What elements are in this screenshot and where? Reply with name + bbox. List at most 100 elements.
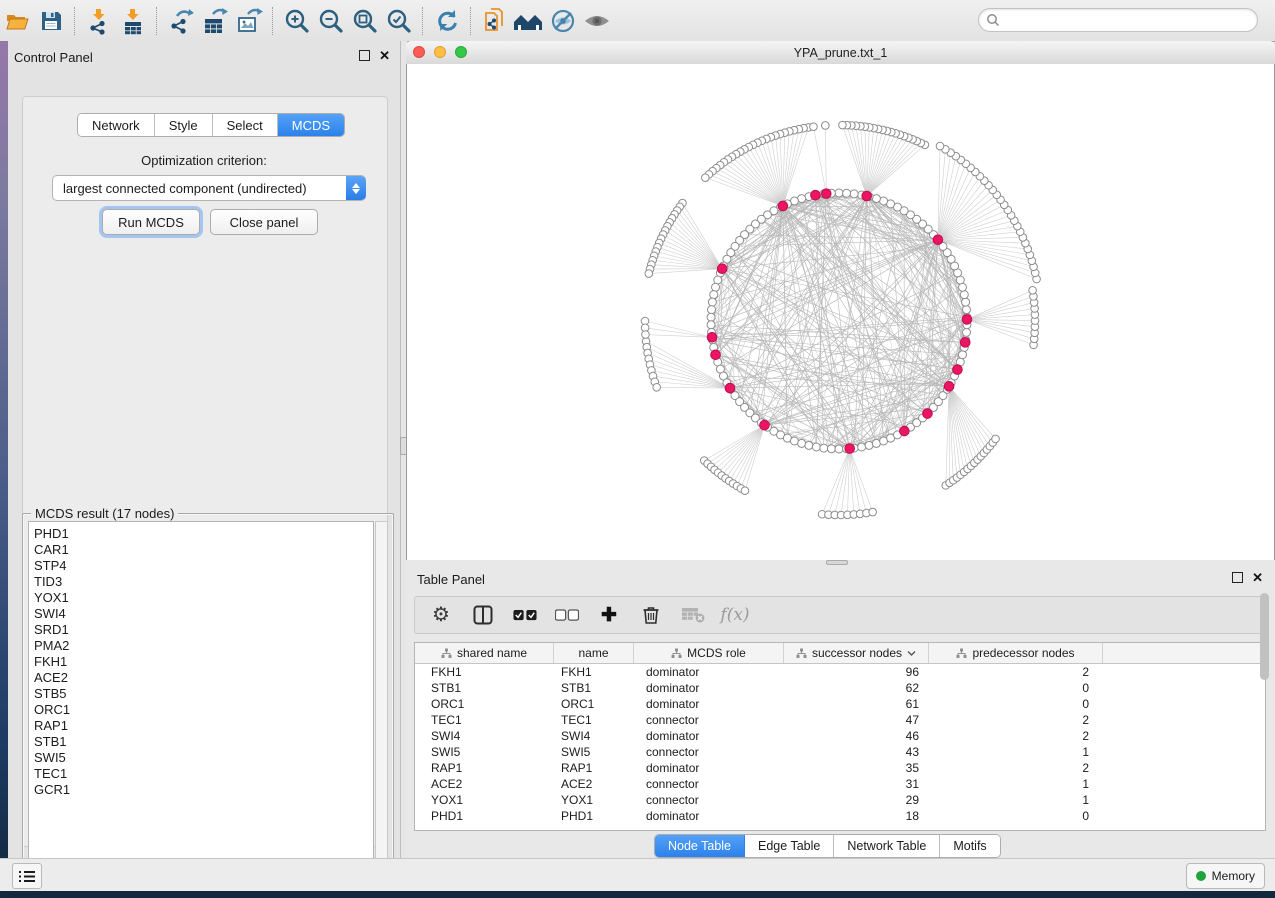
zoom-selected-icon[interactable] (382, 5, 416, 37)
mcds-result-item[interactable]: STB5 (34, 686, 373, 702)
mcds-result-item[interactable]: CAR1 (34, 542, 373, 558)
table-cell[interactable]: 96 (784, 665, 929, 679)
mcds-hub-node[interactable] (778, 201, 788, 211)
table-cell[interactable]: 18 (784, 809, 929, 823)
mcds-list-scrollbar[interactable] (375, 521, 388, 872)
table-cell[interactable]: ACE2 (554, 777, 634, 791)
table-row[interactable]: TEC1TEC1connector472 (415, 712, 1265, 728)
table-cell[interactable]: SWI5 (415, 745, 554, 759)
column-header-shared-name[interactable]: shared name (415, 643, 554, 663)
search-input[interactable] (978, 8, 1258, 32)
close-icon[interactable]: ✕ (379, 51, 390, 60)
table-cell[interactable]: 0 (929, 697, 1103, 711)
table-cell[interactable]: SWI4 (554, 729, 634, 743)
mcds-result-item[interactable]: GCR1 (34, 782, 373, 798)
import-network-icon[interactable] (82, 5, 116, 37)
settings-gear-icon[interactable]: ⚙ (429, 603, 453, 627)
column-header-MCDS-role[interactable]: MCDS role (634, 643, 784, 663)
tab-edge-table[interactable]: Edge Table (745, 835, 834, 857)
clone-network-icon[interactable] (478, 5, 512, 37)
table-cell[interactable]: ORC1 (415, 697, 554, 711)
open-file-icon[interactable] (0, 5, 34, 37)
table-cell[interactable]: TEC1 (554, 713, 634, 727)
table-cell[interactable]: 43 (784, 745, 929, 759)
table-cell[interactable]: 1 (929, 793, 1103, 807)
delete-column-icon[interactable] (639, 603, 663, 627)
table-cell[interactable]: ORC1 (554, 697, 634, 711)
mcds-result-item[interactable]: SRD1 (34, 622, 373, 638)
table-cell[interactable]: dominator (634, 761, 784, 775)
table-scrollbar[interactable] (1260, 591, 1271, 747)
mcds-hub-node[interactable] (962, 315, 972, 325)
optimization-criterion-select[interactable]: largest connected component (undirected) (52, 175, 366, 201)
tab-network-table[interactable]: Network Table (834, 835, 940, 857)
add-column-icon[interactable]: ✚ (597, 603, 621, 627)
mcds-result-item[interactable]: ORC1 (34, 702, 373, 718)
mcds-hub-node[interactable] (725, 383, 735, 393)
export-table-icon[interactable] (198, 5, 232, 37)
mcds-result-item[interactable]: ACE2 (34, 670, 373, 686)
table-cell[interactable]: 35 (784, 761, 929, 775)
table-cell[interactable]: TEC1 (415, 713, 554, 727)
table-row[interactable]: PHD1PHD1dominator180 (415, 808, 1265, 824)
float-panel-icon[interactable] (1232, 572, 1243, 583)
task-history-button[interactable] (12, 863, 42, 889)
network-window-titlebar[interactable]: YPA_prune.txt_1 (406, 41, 1275, 65)
table-row[interactable]: RAP1RAP1dominator352 (415, 760, 1265, 776)
table-cell[interactable]: dominator (634, 665, 784, 679)
table-cell[interactable]: 2 (929, 761, 1103, 775)
table-cell[interactable]: 62 (784, 681, 929, 695)
table-cell[interactable]: 47 (784, 713, 929, 727)
mcds-result-item[interactable]: YOX1 (34, 590, 373, 606)
mcds-hub-node[interactable] (953, 365, 963, 375)
show-all-icon[interactable] (512, 5, 546, 37)
table-cell[interactable]: SWI4 (415, 729, 554, 743)
column-layout-icon[interactable] (471, 603, 495, 627)
memory-button[interactable]: Memory (1186, 863, 1265, 889)
table-row[interactable]: YOX1YOX1connector291 (415, 792, 1265, 808)
table-cell[interactable]: dominator (634, 729, 784, 743)
mcds-hub-node[interactable] (923, 409, 933, 419)
mcds-hub-node[interactable] (760, 420, 770, 430)
table-cell[interactable]: 61 (784, 697, 929, 711)
table-row[interactable]: FKH1FKH1dominator962 (415, 664, 1265, 680)
table-cell[interactable]: dominator (634, 681, 784, 695)
mcds-hub-node[interactable] (933, 235, 943, 245)
tab-network[interactable]: Network (78, 114, 155, 136)
column-header-predecessor-nodes[interactable]: predecessor nodes (929, 643, 1103, 663)
table-cell[interactable]: PHD1 (554, 809, 634, 823)
table-cell[interactable]: RAP1 (554, 761, 634, 775)
zoom-fit-icon[interactable] (348, 5, 382, 37)
mcds-hub-node[interactable] (845, 444, 855, 454)
table-cell[interactable]: YOX1 (554, 793, 634, 807)
table-cell[interactable]: connector (634, 793, 784, 807)
mcds-result-item[interactable]: TEC1 (34, 766, 373, 782)
table-row[interactable]: SWI4SWI4dominator462 (415, 728, 1265, 744)
mcds-result-item[interactable]: TID3 (34, 574, 373, 590)
table-cell[interactable]: 2 (929, 713, 1103, 727)
save-session-icon[interactable] (34, 5, 68, 37)
table-cell[interactable]: RAP1 (415, 761, 554, 775)
table-cell[interactable]: YOX1 (415, 793, 554, 807)
mcds-hub-node[interactable] (711, 350, 721, 360)
table-cell[interactable]: connector (634, 745, 784, 759)
table-row[interactable]: ORC1ORC1dominator610 (415, 696, 1265, 712)
table-cell[interactable]: 1 (929, 745, 1103, 759)
table-cell[interactable]: 31 (784, 777, 929, 791)
table-cell[interactable]: FKH1 (554, 665, 634, 679)
export-image-icon[interactable] (232, 5, 266, 37)
network-graph[interactable] (407, 64, 1274, 560)
zoom-out-icon[interactable] (314, 5, 348, 37)
run-mcds-button[interactable]: Run MCDS (102, 209, 200, 235)
close-icon[interactable]: ✕ (1252, 573, 1263, 582)
table-cell[interactable]: 2 (929, 729, 1103, 743)
table-cell[interactable]: STB1 (415, 681, 554, 695)
scrollbar-thumb[interactable] (1260, 593, 1269, 680)
table-cell[interactable]: 0 (929, 681, 1103, 695)
table-row[interactable]: ACE2ACE2connector311 (415, 776, 1265, 792)
clear-checkboxes-icon[interactable] (555, 603, 579, 627)
export-network-icon[interactable] (164, 5, 198, 37)
select-all-checkboxes-icon[interactable] (513, 603, 537, 627)
float-panel-icon[interactable] (359, 50, 370, 61)
mcds-result-item[interactable]: STB1 (34, 734, 373, 750)
